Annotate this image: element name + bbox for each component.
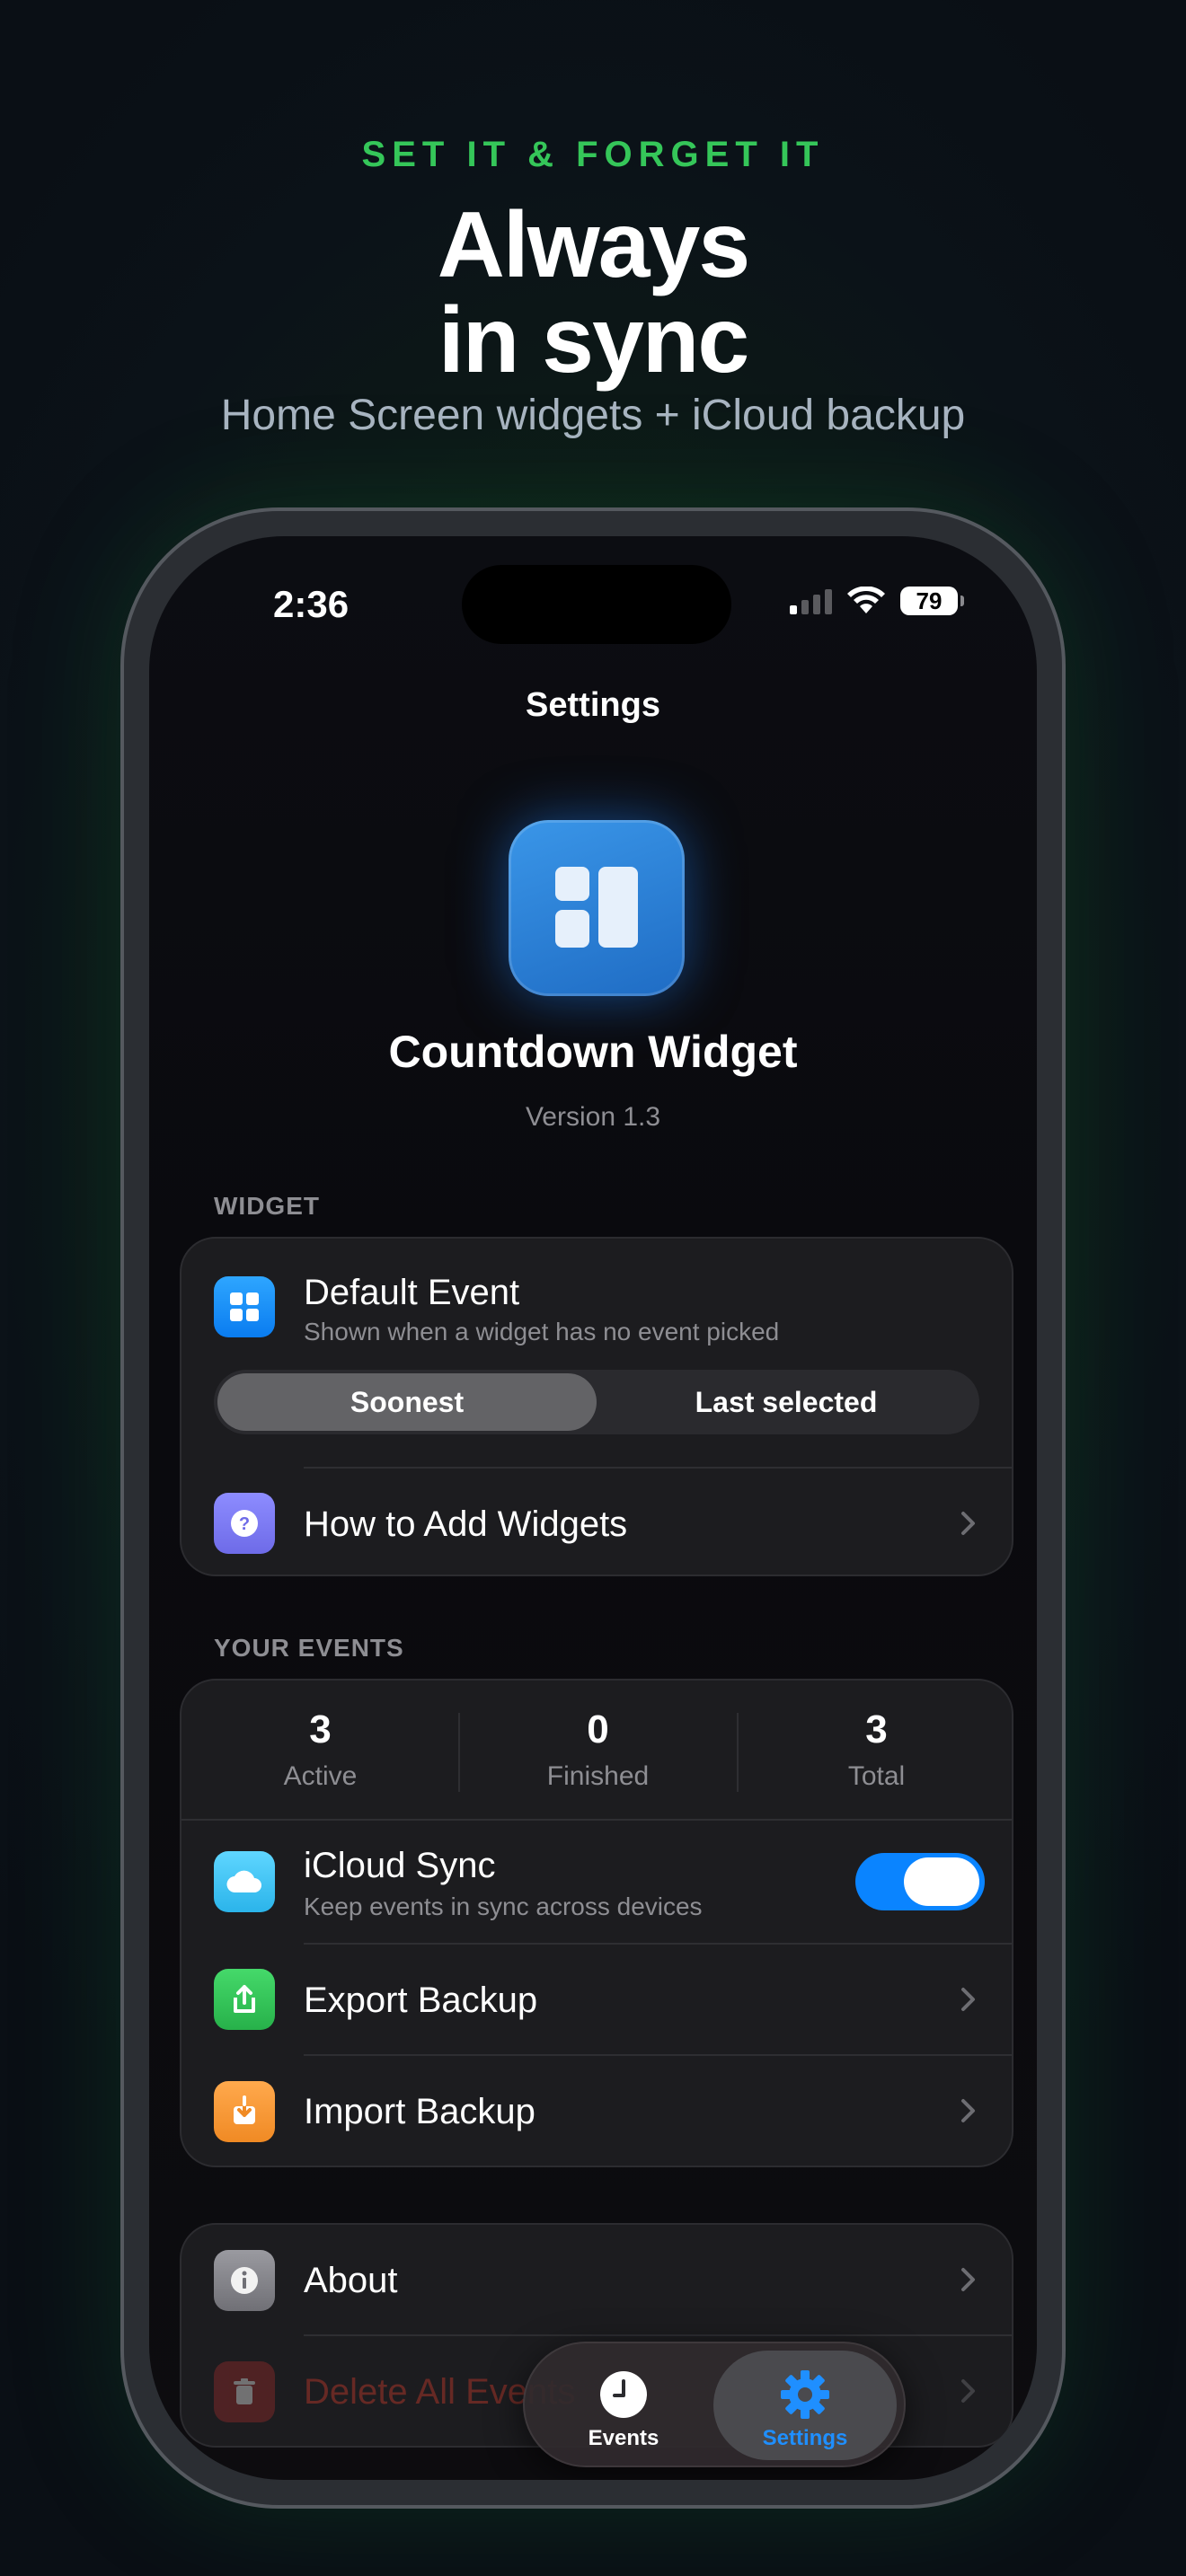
default-event-title: Default Event xyxy=(304,1273,520,1312)
how-to-add-widgets-row[interactable]: ? How to Add Widgets xyxy=(181,1469,1012,1575)
cloud-icon xyxy=(214,1851,275,1912)
tab-settings-label: Settings xyxy=(762,2426,848,2450)
default-event-row: Default Event Shown when a widget has no… xyxy=(181,1239,1012,1346)
stat-active: 3 Active xyxy=(181,1707,459,1792)
import-backup-row[interactable]: Import Backup xyxy=(181,2056,1012,2166)
how-to-add-widgets-label: How to Add Widgets xyxy=(304,1504,628,1544)
chevron-right-icon xyxy=(961,2379,975,2403)
svg-text:?: ? xyxy=(239,1514,250,1534)
stat-finished: 0 Finished xyxy=(459,1707,737,1792)
chevron-right-icon xyxy=(961,2268,975,2291)
app-version: Version 1.3 xyxy=(525,1102,661,1132)
headline-line-1: Always xyxy=(437,193,750,297)
segment-soonest[interactable]: Soonest xyxy=(217,1373,597,1431)
status-indicators: 79 xyxy=(790,587,964,615)
stat-active-value: 3 xyxy=(309,1707,332,1751)
gear-icon xyxy=(781,2370,829,2419)
stat-finished-value: 0 xyxy=(587,1707,609,1751)
events-card: 3 Active 0 Finished 3 Total iCloud Sync … xyxy=(180,1679,1013,2167)
tagline: SET IT & FORGET IT xyxy=(361,135,825,174)
stat-total: 3 Total xyxy=(738,1707,1012,1792)
widget-grid-icon xyxy=(555,867,638,948)
share-icon xyxy=(214,1969,275,2030)
subheadline: Home Screen widgets + iCloud backup xyxy=(220,392,966,439)
default-event-subtitle: Shown when a widget has no event picked xyxy=(304,1318,780,1345)
chevron-right-icon xyxy=(961,1988,975,2011)
chevron-right-icon xyxy=(961,1512,975,1535)
grid-icon xyxy=(214,1276,275,1337)
trash-icon xyxy=(214,2361,275,2422)
wifi-icon xyxy=(847,587,885,613)
segment-last-selected[interactable]: Last selected xyxy=(597,1373,976,1431)
info-icon xyxy=(214,2250,275,2311)
question-icon: ? xyxy=(214,1493,275,1554)
stat-total-value: 3 xyxy=(865,1707,888,1751)
app-name: Countdown Widget xyxy=(388,1027,798,1077)
about-label: About xyxy=(304,2261,398,2300)
section-header-widget: WIDGET xyxy=(214,1192,320,1220)
stat-finished-label: Finished xyxy=(546,1761,650,1791)
tab-events[interactable]: Events xyxy=(532,2351,715,2460)
headline-line-2: in sync xyxy=(438,288,749,393)
status-time: 2:36 xyxy=(273,583,350,625)
clock-icon xyxy=(600,2371,647,2418)
icloud-sync-subtitle: Keep events in sync across devices xyxy=(304,1892,703,1920)
phone-frame: 2:36 79 Settings Countdown Widget Versio… xyxy=(120,507,1066,2509)
stat-active-label: Active xyxy=(283,1761,358,1791)
icloud-sync-toggle[interactable] xyxy=(855,1853,985,1910)
dynamic-island xyxy=(462,565,731,644)
cellular-signal-icon xyxy=(790,587,832,614)
section-header-your-events: YOUR EVENTS xyxy=(214,1634,404,1662)
nav-title: Settings xyxy=(526,686,660,724)
tab-events-label: Events xyxy=(588,2426,659,2450)
icloud-sync-title: iCloud Sync xyxy=(304,1846,496,1885)
export-backup-row[interactable]: Export Backup xyxy=(181,1945,1012,2054)
phone-screen: 2:36 79 Settings Countdown Widget Versio… xyxy=(149,536,1037,2480)
battery-icon: 79 xyxy=(900,587,964,615)
tab-bar: Events Settings xyxy=(523,2342,906,2467)
about-row[interactable]: About xyxy=(181,2225,1012,2334)
icloud-sync-row: iCloud Sync Keep events in sync across d… xyxy=(181,1821,1012,1943)
app-icon xyxy=(509,820,685,996)
export-backup-label: Export Backup xyxy=(304,1981,538,2020)
stat-total-label: Total xyxy=(847,1761,906,1791)
default-event-segmented-control: Soonest Last selected xyxy=(214,1370,979,1434)
headline: Always in sync xyxy=(0,198,1186,388)
widget-card: Default Event Shown when a widget has no… xyxy=(180,1237,1013,1576)
toggle-knob xyxy=(904,1857,979,1906)
chevron-right-icon xyxy=(961,2099,975,2122)
import-icon xyxy=(214,2081,275,2142)
tab-settings[interactable]: Settings xyxy=(713,2351,897,2460)
import-backup-label: Import Backup xyxy=(304,2092,535,2131)
